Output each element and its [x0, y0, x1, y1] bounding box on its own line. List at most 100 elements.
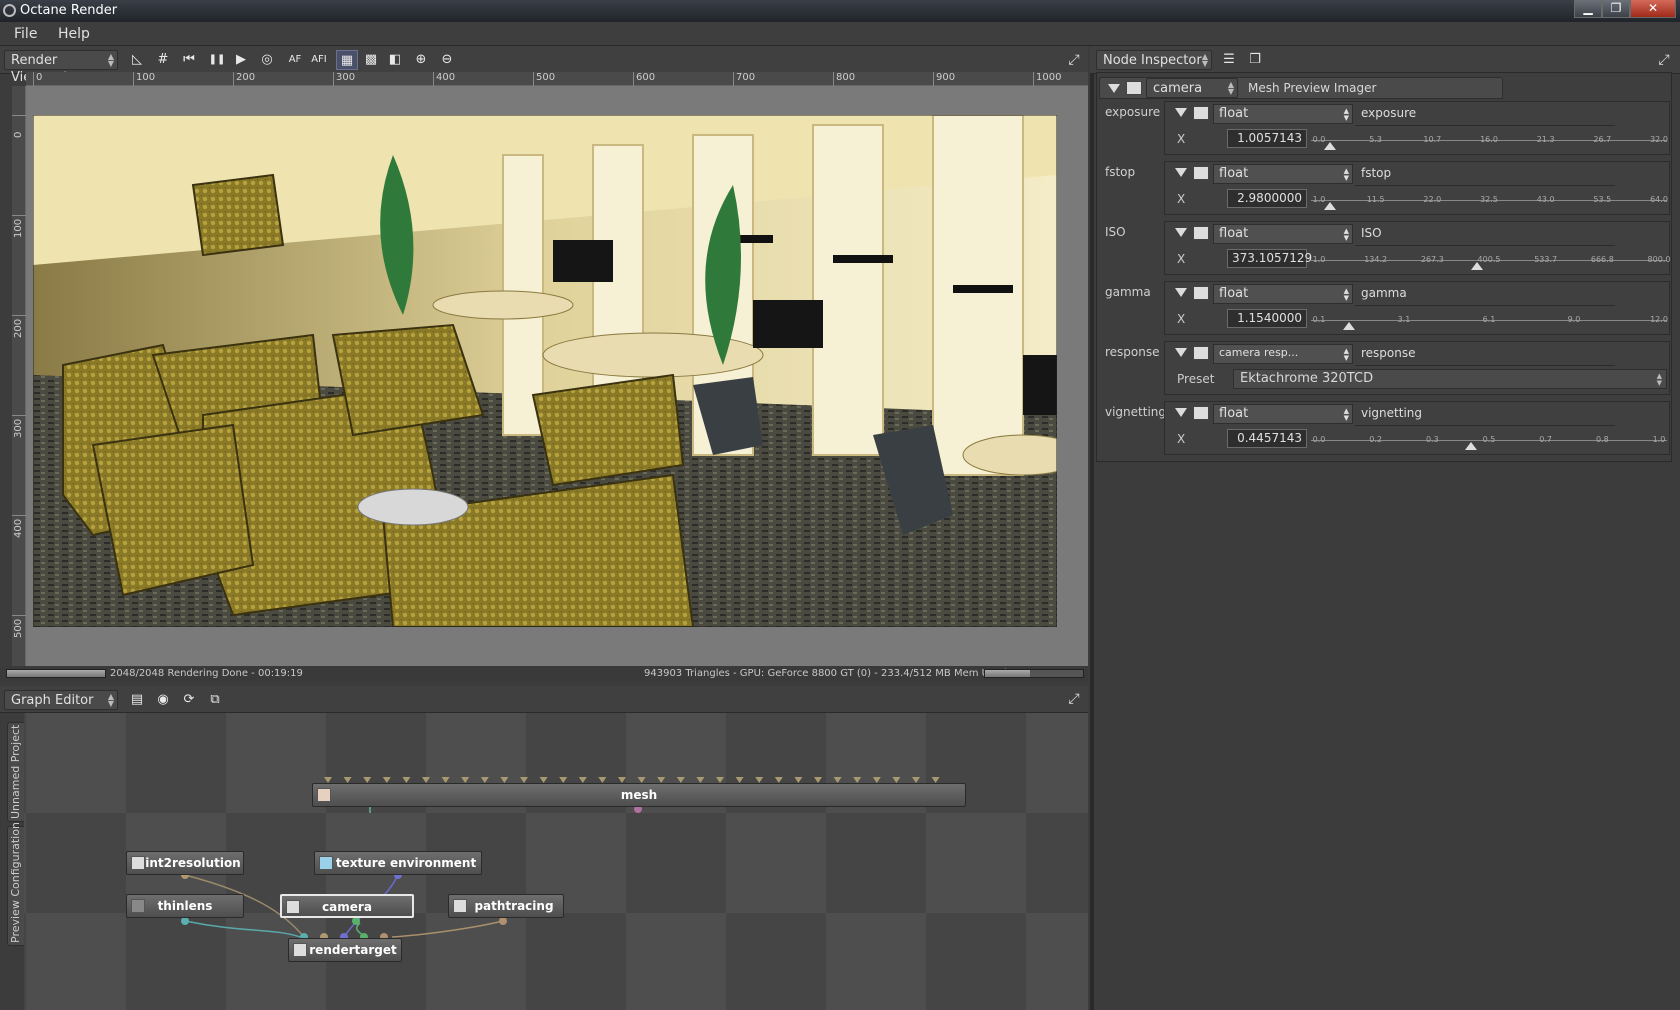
camera-node-tab[interactable]: camera ▲ ▼ Mesh Preview Imager: [1099, 77, 1503, 99]
node-thinlens[interactable]: thinlens: [126, 894, 244, 918]
recenter-icon[interactable]: ◎: [256, 50, 278, 70]
param-response: response camera resp... ▲ ▼ response Preset Ek…: [1097, 341, 1673, 401]
float-icon: [1193, 226, 1209, 240]
maximize-button[interactable]: ❐: [1602, 0, 1630, 18]
param-exposure: exposure float ▲ ▼ exposure X 1.0057143 0.0 5.3 1…: [1097, 101, 1673, 161]
collapse-triangle-icon[interactable]: [1175, 228, 1187, 237]
graph-header: Graph Editor ▲ ▼ ▤ ◉ ⟳ ⧉ ⤢: [0, 686, 1088, 713]
collapse-triangle-icon[interactable]: [1175, 168, 1187, 177]
collapse-triangle-icon[interactable]: [1175, 348, 1187, 357]
tab-preview-configuration[interactable]: Preview Configuration: [7, 822, 25, 946]
node-description: Mesh Preview Imager: [1248, 81, 1377, 95]
param-slider[interactable]: 0.1 3.1 6.1 9.0 12.0: [1311, 308, 1668, 330]
collapse-all-icon[interactable]: ☰: [1218, 50, 1240, 70]
param-label: gamma: [1105, 285, 1151, 299]
preset-selector[interactable]: Ektachrome 320TCD ▲ ▼: [1233, 369, 1667, 389]
param-value-field[interactable]: 1.0057143: [1227, 129, 1307, 148]
node-pathtracing[interactable]: pathtracing: [448, 894, 564, 918]
node-int2resolution[interactable]: int2resolution: [126, 851, 244, 875]
param-type-selector[interactable]: float ▲ ▼: [1213, 284, 1353, 304]
node-type-selector[interactable]: camera ▲ ▼: [1146, 78, 1238, 98]
param-slider[interactable]: 0.0 0.2 0.3 0.5 0.7 0.8 1.0: [1311, 428, 1667, 450]
refresh-icon[interactable]: ⟳: [178, 690, 200, 710]
close-button[interactable]: ✕: [1630, 0, 1676, 18]
zoom-out-icon[interactable]: ⊖: [436, 50, 458, 70]
slider-tick-label: 9.0: [1567, 315, 1581, 324]
slider-thumb[interactable]: [1342, 322, 1355, 330]
autofocus-icon[interactable]: AF: [284, 50, 306, 70]
param-value-field[interactable]: 373.1057129: [1227, 249, 1312, 268]
collapse-triangle-icon[interactable]: [1175, 288, 1187, 297]
expand-all-icon[interactable]: ❐: [1244, 50, 1266, 70]
param-type-selector[interactable]: camera resp... ▲ ▼: [1213, 344, 1353, 364]
node-texture-environment[interactable]: texture environment: [314, 851, 482, 875]
param-value-field[interactable]: 0.4457143: [1227, 429, 1307, 448]
collapse-triangle-icon[interactable]: [1175, 408, 1187, 417]
param-type-selector[interactable]: float ▲ ▼: [1213, 224, 1353, 244]
graph-panel-selector[interactable]: Graph Editor ▲ ▼: [4, 690, 118, 710]
param-type-selector[interactable]: float ▲ ▼: [1213, 404, 1353, 424]
param-slider[interactable]: 0.0 5.3 10.7 16.0 21.3 26.7 32.0: [1311, 128, 1668, 150]
slider-thumb[interactable]: [1323, 142, 1336, 150]
inspector-panel-selector[interactable]: Node Inspector ▲ ▼: [1096, 50, 1212, 70]
graph-canvas[interactable]: mesh int2resolution texture environment …: [24, 713, 1088, 1010]
param-tab: [1355, 222, 1615, 246]
param-value-field[interactable]: 2.9800000: [1227, 189, 1307, 208]
thinlens-node-icon: [131, 899, 145, 913]
node-camera[interactable]: camera: [280, 894, 414, 918]
maximize-viewport-icon[interactable]: ⤢: [1066, 52, 1082, 68]
ruler-tick: 100: [133, 72, 155, 86]
slider-thumb[interactable]: [1323, 202, 1336, 210]
zoom-in-icon[interactable]: ⊕: [410, 50, 432, 70]
new-mesh-icon[interactable]: ◉: [152, 690, 174, 710]
param-type-selector[interactable]: float ▲ ▼: [1213, 104, 1353, 124]
slider-tick-label: 800.0: [1647, 255, 1671, 264]
slider-thumb[interactable]: [1464, 442, 1477, 450]
alpha-icon[interactable]: ▩: [360, 50, 382, 70]
param-box: float ▲ ▼ ISO X 373.1057129 1.0 134.2 267.3 400.5…: [1164, 221, 1670, 275]
tab-unnamed-project[interactable]: Unnamed Project: [7, 722, 25, 822]
slider-tick-label: 0.7: [1539, 435, 1553, 444]
slider-thumb[interactable]: [1471, 262, 1484, 270]
slider-tick-label: 12.0: [1650, 315, 1668, 324]
param-value-field[interactable]: 1.1540000: [1227, 309, 1307, 328]
param-name: fstop: [1361, 166, 1392, 180]
collapse-triangle-icon[interactable]: [1175, 108, 1187, 117]
maximize-graph-icon[interactable]: ⤢: [1066, 691, 1082, 707]
maximize-inspector-icon[interactable]: ⤢: [1656, 52, 1672, 68]
menu-help[interactable]: Help: [58, 26, 90, 42]
region-icon[interactable]: ◧: [384, 50, 406, 70]
render-image[interactable]: [33, 115, 1057, 627]
param-type-selector[interactable]: float ▲ ▼: [1213, 164, 1353, 184]
ruler-tick-label: 400: [13, 518, 24, 538]
menu-bar: File Help: [0, 22, 1680, 46]
viewport-panel-selector[interactable]: Render Viewport ▲▼: [4, 50, 118, 85]
grid-icon[interactable]: #: [152, 50, 174, 70]
inspector-panel-selector-label: Node Inspector: [1103, 53, 1202, 68]
restart-icon[interactable]: ⏮: [178, 50, 200, 70]
play-icon[interactable]: ▶: [230, 50, 252, 70]
collapse-triangle-icon[interactable]: [1108, 84, 1120, 93]
slider-tick-label: 64.0: [1650, 195, 1668, 204]
slider-tick-label: 6.1: [1482, 315, 1496, 324]
node-mesh[interactable]: mesh: [312, 783, 966, 807]
combo-arrows-icon: ▲ ▼: [1343, 287, 1349, 302]
param-slider[interactable]: 1.0 134.2 267.3 400.5 533.7 666.8 800.0: [1311, 248, 1670, 270]
view-mode-icon[interactable]: ▦: [336, 50, 358, 70]
aperture-focus-icon[interactable]: AFI: [308, 50, 330, 70]
pick-focus-icon[interactable]: ◺: [126, 50, 148, 70]
ruler-tick: 0: [33, 72, 42, 86]
param-slider[interactable]: 1.0 11.5 22.0 32.5 43.0 53.5 64.0: [1311, 188, 1668, 210]
ruler-tick: 0: [12, 115, 26, 215]
node-rendertarget[interactable]: rendertarget: [288, 938, 402, 962]
combo-arrows-icon: ▲ ▼: [1201, 52, 1208, 68]
menu-file[interactable]: File: [14, 26, 37, 42]
viewport-status-bar: 2048/2048 Rendering Done - 00:19:19 9439…: [0, 666, 1088, 682]
pause-icon[interactable]: ❚❚: [206, 50, 228, 70]
minimize-button[interactable]: ▁: [1574, 0, 1602, 18]
load-graph-icon[interactable]: ▤: [126, 690, 148, 710]
param-type-label: float: [1219, 106, 1249, 121]
axis-x-label: X: [1177, 252, 1186, 266]
arrange-icon[interactable]: ⧉: [204, 690, 226, 710]
node-texture-environment-label: texture environment: [335, 856, 477, 870]
